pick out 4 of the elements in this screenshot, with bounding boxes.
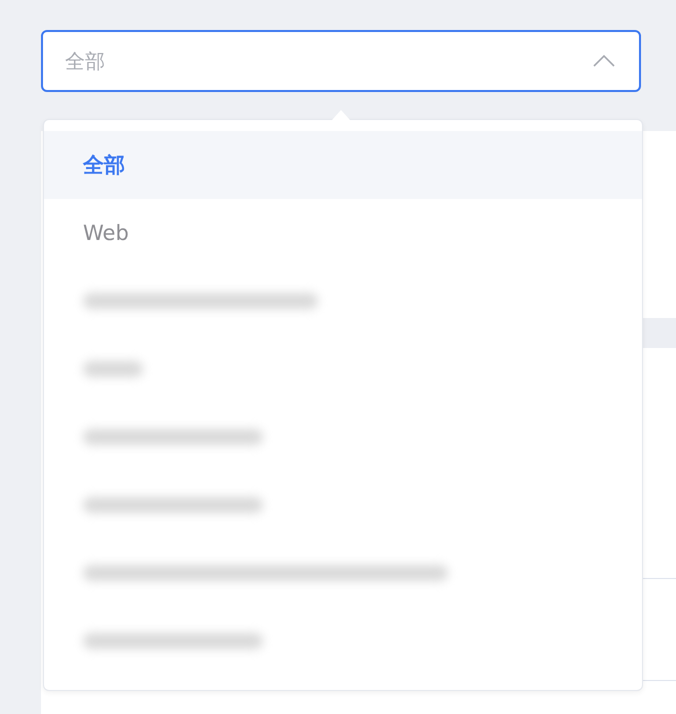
dropdown-option[interactable]: Web (44, 199, 642, 267)
chevron-up-icon (593, 55, 615, 67)
dropdown-option[interactable]: 全部 (44, 131, 642, 199)
select-field[interactable]: 全部 (41, 30, 641, 92)
